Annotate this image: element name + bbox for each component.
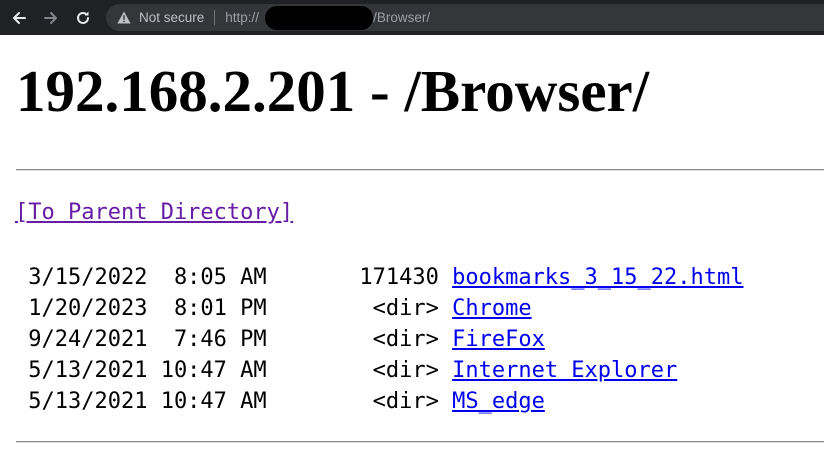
back-button[interactable] <box>7 6 31 30</box>
listing-row: 9/24/2021 7:46 PM <dir> FireFox <box>15 324 744 355</box>
forward-arrow-icon <box>44 11 57 24</box>
warning-icon[interactable] <box>117 11 131 25</box>
listing-link[interactable]: Chrome <box>452 296 531 321</box>
listing-link[interactable]: FireFox <box>452 327 545 352</box>
top-divider <box>16 169 824 171</box>
listing-row-meta: 5/13/2021 10:47 AM <dir> <box>15 389 453 414</box>
listing-row: 5/13/2021 10:47 AM <dir> MS_edge <box>15 386 744 417</box>
url-scheme: http:// <box>225 10 260 25</box>
address-bar[interactable]: Not secure http:// /Browser/ <box>106 4 824 31</box>
url-path: /Browser/ <box>373 10 431 25</box>
listing-link[interactable]: MS_edge <box>452 389 545 414</box>
back-arrow-icon <box>13 11 26 24</box>
forward-button[interactable] <box>39 6 63 30</box>
url-host-redaction <box>265 5 374 30</box>
browser-toolbar: Not secure http:// /Browser/ <box>0 0 824 35</box>
reload-button[interactable] <box>71 6 95 30</box>
listing-row-meta: 1/20/2023 8:01 PM <dir> <box>15 296 453 321</box>
security-status-label[interactable]: Not secure <box>139 10 204 25</box>
listing-link[interactable]: bookmarks_3_15_22.html <box>452 265 743 290</box>
listing-link[interactable]: Internet Explorer <box>452 358 677 383</box>
listing-row: 5/13/2021 10:47 AM <dir> Internet Explor… <box>15 355 744 386</box>
address-divider <box>214 10 216 25</box>
page-title: 192.168.2.201 - /Browser/ <box>16 58 650 124</box>
listing-row-meta: 9/24/2021 7:46 PM <dir> <box>15 327 453 352</box>
parent-directory-link[interactable]: [To Parent Directory] <box>15 200 293 225</box>
listing-row-meta: 5/13/2021 10:47 AM <dir> <box>15 358 453 383</box>
bottom-divider <box>16 441 824 443</box>
listing-row: 1/20/2023 8:01 PM <dir> Chrome <box>15 293 744 324</box>
reload-icon <box>77 11 89 24</box>
listing-row-meta: 3/15/2022 8:05 AM 171430 <box>15 265 453 290</box>
directory-listing: 3/15/2022 8:05 AM 171430 bookmarks_3_15_… <box>15 262 744 417</box>
listing-row: 3/15/2022 8:05 AM 171430 bookmarks_3_15_… <box>15 262 743 293</box>
